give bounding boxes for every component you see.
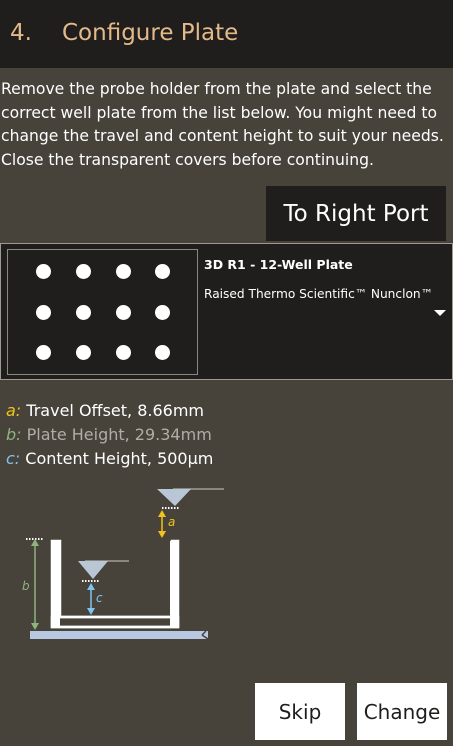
base-platform <box>30 631 208 639</box>
param-key-c: c: <box>6 449 21 468</box>
well-dot <box>36 345 51 360</box>
well-dot <box>116 264 131 279</box>
well-dot <box>155 305 170 320</box>
well-dot <box>76 345 91 360</box>
plate-description: Raised Thermo Scientific™ Nunclon™ | <box>204 287 436 301</box>
well-dot <box>76 264 91 279</box>
travel-offset-param: a: Travel Offset, 8.66mm <box>6 401 204 420</box>
well-dot <box>116 345 131 360</box>
inner-probe <box>78 561 108 579</box>
plate-name: 3D R1 - 12-Well Plate <box>204 257 353 272</box>
change-button[interactable]: Change <box>357 683 447 740</box>
chevron-down-icon <box>434 310 446 316</box>
plate-diagram: b c a <box>22 488 224 640</box>
label-a: a <box>168 515 175 529</box>
content-height-param: c: Content Height, 500μm <box>6 449 213 468</box>
plate-select-dropdown[interactable]: 3D R1 - 12-Well Plate Raised Thermo Scie… <box>0 243 453 380</box>
page-title: Configure Plate <box>62 20 239 46</box>
step-number: 4. <box>10 20 32 46</box>
to-right-port-button[interactable]: To Right Port <box>266 186 446 241</box>
param-key-b: b: <box>6 425 22 444</box>
content-height-value: Content Height, 500μm <box>25 449 214 468</box>
travel-offset-value: Travel Offset, 8.66mm <box>26 401 204 420</box>
param-key-a: a: <box>6 401 22 420</box>
label-c: c <box>96 591 103 605</box>
plate-height-value: Plate Height, 29.34mm <box>26 425 212 444</box>
label-b: b <box>22 579 30 593</box>
skip-button[interactable]: Skip <box>255 683 345 740</box>
well-dot <box>155 345 170 360</box>
step-header: 4. Configure Plate <box>0 0 453 68</box>
well-dot <box>36 264 51 279</box>
plate-outline <box>50 539 180 629</box>
well-dot <box>155 264 170 279</box>
top-probe <box>157 489 191 506</box>
well-dot <box>76 305 91 320</box>
well-dot <box>36 305 51 320</box>
plate-height-param: b: Plate Height, 29.34mm <box>6 425 212 444</box>
instructions-text: Remove the probe holder from the plate a… <box>1 80 444 169</box>
well-dot <box>116 305 131 320</box>
plate-thumbnail <box>7 249 198 375</box>
